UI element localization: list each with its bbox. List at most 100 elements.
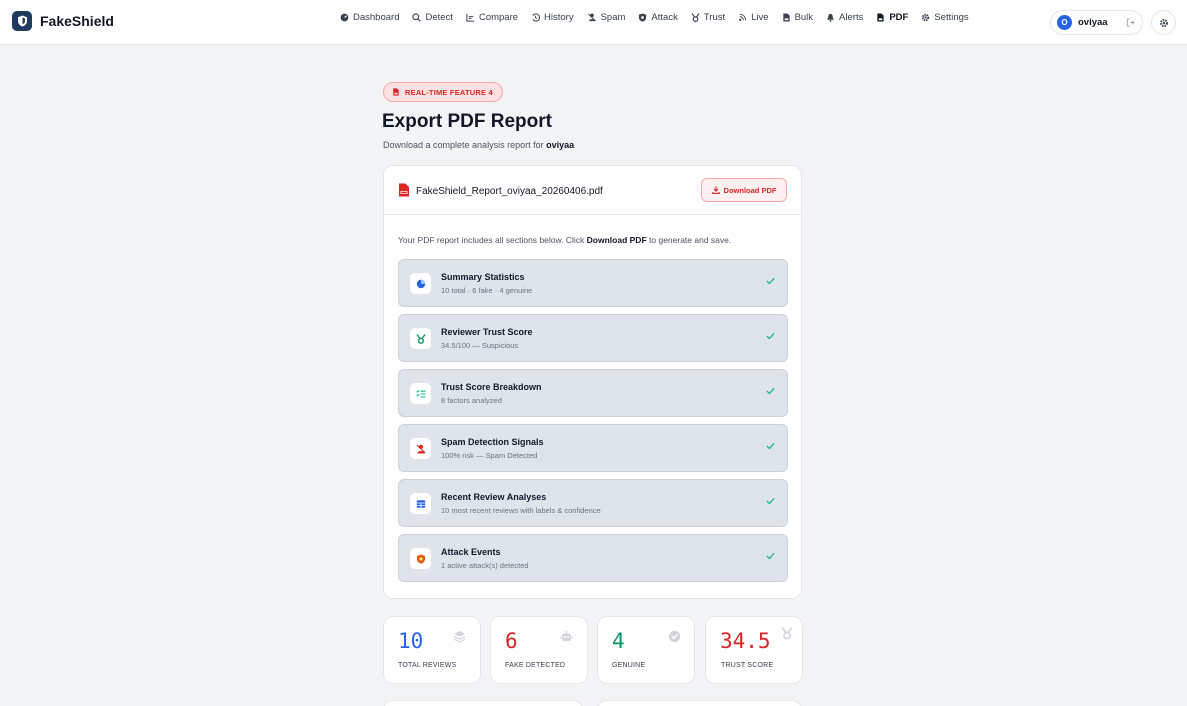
nav-live[interactable]: Live (738, 12, 769, 23)
section-attack-events: Attack Events 1 active attack(s) detecte… (398, 534, 788, 582)
nav-label: Bulk (794, 12, 814, 23)
stat-value: 10 (398, 629, 424, 653)
download-icon (711, 186, 720, 194)
medal-icon (781, 627, 793, 640)
badge-text: REAL-TIME FEATURE 4 (405, 87, 493, 97)
table-icon (410, 493, 431, 514)
section-subtitle: 34.5/100 — Suspicious (441, 341, 519, 350)
nav-label: Spam (600, 12, 626, 23)
brand-name: FakeShield (40, 13, 114, 29)
stat-fake-detected: 6 FAKE DETECTED (490, 616, 588, 684)
nav-label: History (544, 12, 574, 23)
nav-label: Compare (478, 12, 519, 23)
nav-trust[interactable]: Trust (691, 12, 725, 23)
download-pdf-button[interactable]: Download PDF (701, 178, 787, 202)
subtitle-user: oviyaa (546, 140, 575, 150)
report-card: FakeShield_Report_oviyaa_20260406.pdf Do… (383, 165, 802, 599)
robot-icon (560, 630, 573, 643)
nav-attack[interactable]: Attack (638, 12, 678, 23)
file-row: FakeShield_Report_oviyaa_20260406.pdf Do… (384, 166, 801, 215)
pdf-file-icon (398, 183, 410, 202)
nav-label: Trust (703, 12, 726, 23)
check-icon (766, 552, 775, 560)
nav-detect[interactable]: Detect (412, 12, 453, 23)
search-icon (412, 13, 422, 22)
section-subtitle: 10 total · 6 fake · 4 genuine (441, 286, 533, 295)
nav-label: Attack (651, 12, 678, 23)
page-subtitle: Download a complete analysis report for … (383, 140, 574, 150)
stat-value: 34.5 (720, 629, 771, 653)
download-label: Download PDF (723, 185, 777, 195)
stat-label: TRUST SCORE (721, 662, 774, 669)
page-title: Export PDF Report (382, 111, 552, 132)
section-subtitle: 8 factors analyzed (441, 396, 502, 405)
nav-label: Detect (425, 12, 453, 23)
nav-label: PDF (889, 12, 909, 23)
intro-text-end: to generate and save. (646, 235, 732, 245)
bell-icon (826, 13, 835, 22)
shield-icon (638, 13, 647, 22)
history-icon (531, 13, 541, 22)
section-subtitle: 100% risk — Spam Detected (441, 451, 538, 460)
nav-label: Dashboard (353, 12, 400, 23)
section-summary-statistics: Summary Statistics 10 total · 6 fake · 4… (398, 259, 788, 307)
section-reviewer-trust-score: Reviewer Trust Score 34.5/100 — Suspicio… (398, 314, 788, 362)
user-name: oviyaa (1078, 17, 1108, 28)
bulk-icon (782, 13, 791, 22)
nav-dashboard[interactable]: Dashboard (340, 12, 399, 23)
report-intro: Your PDF report includes all sections be… (398, 235, 731, 245)
next-card (383, 700, 583, 706)
medal-icon (410, 328, 431, 349)
shield-icon (410, 548, 431, 569)
nav-history[interactable]: History (531, 12, 574, 23)
nav-settings[interactable]: Settings (921, 12, 969, 23)
nav-links: Dashboard Detect Compare History Spam At… (340, 12, 982, 23)
nav-compare[interactable]: Compare (466, 12, 518, 23)
stat-genuine: 4 GENUINE (597, 616, 695, 684)
section-recent-review-analyses: Recent Review Analyses 10 most recent re… (398, 479, 788, 527)
section-title: Trust Score Breakdown (441, 382, 542, 392)
stat-total-reviews: 10 TOTAL REVIEWS (383, 616, 481, 684)
user-menu[interactable]: O oviyaa (1050, 10, 1143, 35)
check-icon (766, 332, 775, 340)
live-icon (738, 13, 747, 22)
brand[interactable]: FakeShield (12, 11, 114, 31)
nav-alerts[interactable]: Alerts (826, 12, 863, 23)
section-title: Recent Review Analyses (441, 492, 547, 502)
top-navbar: FakeShield Dashboard Detect Compare Hist… (0, 0, 1187, 45)
check-icon (766, 497, 775, 505)
nav-bulk[interactable]: Bulk (782, 12, 813, 23)
pdf-icon (392, 88, 400, 96)
section-spam-detection-signals: Spam Detection Signals 100% risk — Spam … (398, 424, 788, 472)
shield-logo-icon (12, 11, 32, 31)
check-circle-icon (668, 630, 681, 643)
section-title: Attack Events (441, 547, 501, 557)
feature-badge: REAL-TIME FEATURE 4 (383, 82, 503, 102)
dashboard-icon (340, 13, 349, 22)
stat-trust-score: 34.5 TRUST SCORE (705, 616, 803, 684)
section-title: Reviewer Trust Score (441, 327, 533, 337)
stack-icon (453, 630, 466, 643)
intro-bold: Download PDF (586, 235, 647, 245)
subtitle-text: Download a complete analysis report for (383, 140, 547, 150)
check-icon (766, 387, 775, 395)
chart-icon (466, 13, 475, 22)
nav-pdf[interactable]: PDF (876, 12, 908, 23)
next-card (597, 700, 802, 706)
pie-chart-icon (410, 273, 431, 294)
stat-label: FAKE DETECTED (505, 662, 566, 669)
spam-icon (410, 438, 431, 459)
pdf-icon (876, 13, 885, 22)
section-subtitle: 10 most recent reviews with labels & con… (441, 506, 601, 515)
nav-label: Alerts (839, 12, 864, 23)
nav-spam[interactable]: Spam (587, 12, 626, 23)
check-icon (766, 277, 775, 285)
stat-value: 4 (612, 629, 625, 653)
stat-label: TOTAL REVIEWS (398, 662, 457, 669)
check-icon (766, 442, 775, 450)
stat-value: 6 (505, 629, 518, 653)
theme-toggle-button[interactable] (1151, 10, 1176, 35)
logout-icon[interactable] (1126, 18, 1135, 27)
medal-icon (691, 13, 700, 22)
report-filename: FakeShield_Report_oviyaa_20260406.pdf (416, 186, 603, 197)
